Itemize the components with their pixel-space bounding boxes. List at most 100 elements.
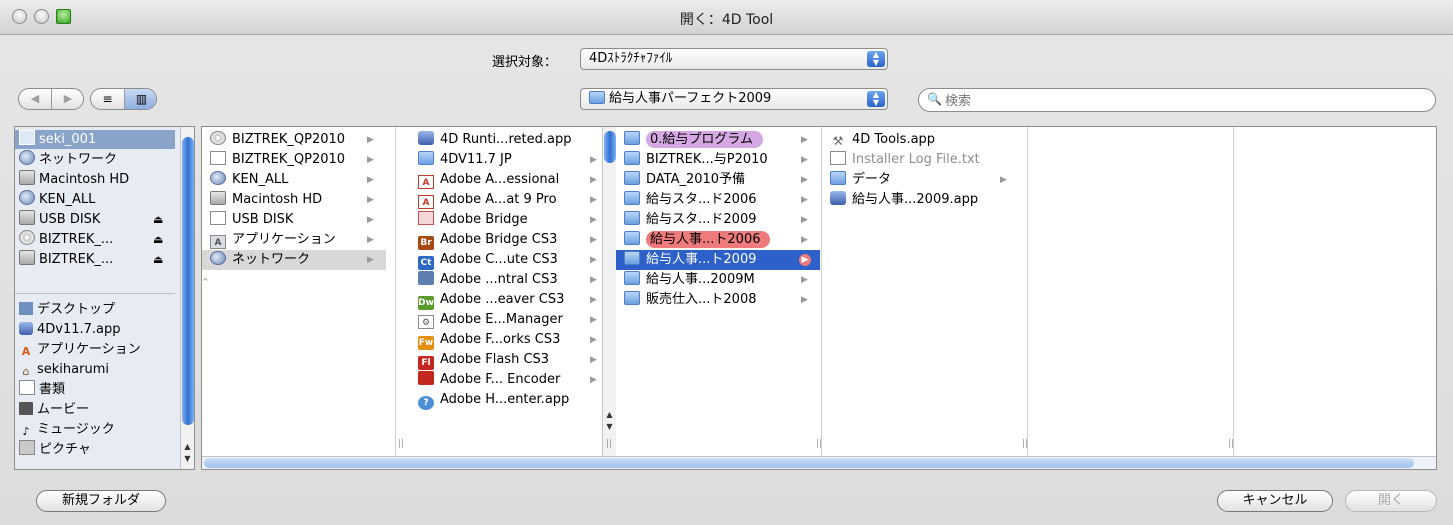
sidebar-item-home[interactable]: ⌂ sekiharumi	[19, 360, 171, 379]
sidebar-item-music[interactable]: ♪ ミュージック	[19, 420, 171, 439]
new-folder-button[interactable]: 新規フォルダ	[36, 490, 166, 512]
list-item[interactable]: BIZTREK_QP2010 ▶	[202, 150, 384, 170]
list-item[interactable]: 4D Runti...reted.app	[410, 130, 602, 150]
cancel-button[interactable]: キャンセル	[1217, 490, 1333, 512]
chevron-right-icon: ▶	[801, 175, 808, 185]
list-item[interactable]: Br Adobe Bridge CS3 ▶	[410, 230, 602, 250]
search-input[interactable]	[943, 91, 1427, 111]
chevron-right-icon: ▶	[367, 135, 374, 145]
list-item[interactable]: A アプリケーション ▶	[202, 230, 384, 250]
sidebar-item-usb-disk[interactable]: USB DISK ⏏	[19, 210, 171, 229]
item-label: Adobe Bridge	[440, 212, 528, 227]
eject-icon[interactable]: ⏏	[153, 210, 163, 229]
list-item[interactable]: データ ▶	[822, 170, 1026, 190]
sidebar-item-movies[interactable]: ムービー	[19, 400, 171, 419]
eject-icon[interactable]: ⏏	[153, 250, 163, 269]
list-item[interactable]: 給与スタ...ド2009 ▶	[616, 210, 820, 230]
tools-app-icon: ⚒	[832, 134, 844, 148]
list-view-icon: ≡	[102, 92, 113, 106]
list-item[interactable]: ⚙ Adobe E...Manager ▶	[410, 310, 602, 330]
browser-column-2: 4D Runti...reted.app 4DV11.7 JP ▶ A Adobe …	[410, 127, 616, 457]
column-2-scrollbar[interactable]: ▲ ▼	[602, 127, 616, 457]
extension-manager-icon: ⚙	[418, 315, 434, 329]
forward-button[interactable]: ▶	[52, 89, 84, 109]
column-view-button[interactable]: ▥	[125, 89, 156, 109]
sidebar-item-biztrek-cd[interactable]: BIZTREK_... ⏏	[19, 230, 171, 249]
chevron-right-icon: ▶	[590, 315, 597, 325]
list-item[interactable]: Macintosh HD ▶	[202, 190, 384, 210]
list-item[interactable]: 0.給与プログラム ▶	[616, 130, 820, 150]
sidebar-item-label: USB DISK	[39, 212, 101, 227]
sidebar-item-documents[interactable]: 書類	[19, 380, 171, 399]
sidebar-item-applications[interactable]: A アプリケーション	[19, 340, 171, 359]
sidebar-scrollbar[interactable]: ▲ ▼	[180, 127, 194, 469]
item-label: BIZTREK_QP2010	[232, 132, 346, 147]
file-type-popup[interactable]: 4Dｽﾄﾗｸﾁｬﾌｧｲﾙ ▲ ▼	[580, 48, 888, 70]
list-item[interactable]: Adobe ...ntral CS3 ▶	[410, 270, 602, 290]
list-view-button[interactable]: ≡	[91, 89, 125, 109]
sidebar-item-biztrek-disk[interactable]: BIZTREK_... ⏏	[19, 250, 171, 269]
list-item-selected[interactable]: 給与人事...ト2009 ▶	[616, 250, 820, 270]
search-field[interactable]: 🔍	[918, 88, 1436, 112]
music-icon: ♪	[22, 425, 30, 438]
sidebar-item-seki-001[interactable]: seki_001	[15, 130, 175, 149]
sidebar-item-desktop[interactable]: デスクトップ	[19, 300, 171, 319]
sidebar-item-label: sekiharumi	[37, 362, 109, 377]
list-item[interactable]: ? Adobe H...enter.app	[410, 390, 602, 410]
list-item[interactable]: 給与人事...ト2006 ▶	[616, 230, 820, 250]
scroll-up-icon[interactable]: ▲	[181, 441, 194, 453]
list-item[interactable]: 給与スタ...ド2006 ▶	[616, 190, 820, 210]
column-resize-grip[interactable]: ||	[606, 439, 612, 449]
list-item[interactable]: ⚒ 4D Tools.app	[822, 130, 1026, 150]
eject-icon[interactable]: ⏏	[153, 230, 163, 249]
network-icon	[19, 150, 35, 165]
list-item[interactable]: KEN_ALL ▶	[202, 170, 384, 190]
list-item[interactable]: Adobe Bridge ▶	[410, 210, 602, 230]
list-item[interactable]: 販売仕入...ト2008 ▶	[616, 290, 820, 310]
scroll-down-icon[interactable]: ▼	[603, 421, 616, 433]
item-label: 給与スタ...ド2006	[646, 192, 757, 207]
chevron-right-icon: ▶	[590, 255, 597, 265]
item-label: Macintosh HD	[232, 192, 323, 207]
location-popup[interactable]: 給与人事パーフェクト2009 ▲ ▼	[580, 88, 888, 110]
column-resize-grip[interactable]: ||	[398, 439, 404, 449]
list-item[interactable]: Fw Adobe F...orks CS3 ▶	[410, 330, 602, 350]
list-item[interactable]: Dw Adobe ...eaver CS3 ▶	[410, 290, 602, 310]
sidebar-item-label: seki_001	[39, 132, 97, 147]
list-item[interactable]: ネットワーク ▶	[202, 250, 386, 270]
list-item[interactable]: A Adobe A...at 9 Pro ▶	[410, 190, 602, 210]
computer-icon	[19, 130, 35, 145]
location-value: 給与人事パーフェクト2009	[609, 91, 772, 106]
scroll-up-icon[interactable]: ▲	[603, 409, 616, 421]
list-item[interactable]: 4DV11.7 JP ▶	[410, 150, 602, 170]
open-button[interactable]: 開く	[1345, 490, 1437, 512]
sidebar-item-network[interactable]: ネットワーク	[19, 150, 171, 169]
list-item[interactable]: 給与人事...2009M ▶	[616, 270, 820, 290]
list-item[interactable]: USB DISK ▶	[202, 210, 384, 230]
sidebar-item-ken-all[interactable]: KEN_ALL	[19, 190, 171, 209]
list-item[interactable]: BIZTREK_QP2010 ▶	[202, 130, 384, 150]
list-item[interactable]: Ct Adobe C...ute CS3 ▶	[410, 250, 602, 270]
column-2-scroll-thumb[interactable]	[604, 131, 616, 163]
item-label: 4DV11.7 JP	[440, 152, 512, 167]
scroll-down-icon[interactable]: ▼	[181, 453, 194, 465]
sidebar-item-macintosh-hd[interactable]: Macintosh HD	[19, 170, 171, 189]
horizontal-scroll-thumb[interactable]	[204, 458, 1414, 468]
folder-icon	[589, 91, 605, 104]
sidebar-item-label: KEN_ALL	[39, 192, 96, 207]
sidebar-item-4dv11-app[interactable]: 4Dv11.7.app	[19, 320, 171, 339]
list-item[interactable]: 給与人事...2009.app	[822, 190, 1026, 210]
list-item[interactable]: BIZTREK...与P2010 ▶	[616, 150, 820, 170]
list-item[interactable]: A Adobe A...essional ▶	[410, 170, 602, 190]
back-button[interactable]: ◀	[19, 89, 52, 109]
horizontal-scrollbar[interactable]	[202, 456, 1436, 469]
list-item[interactable]: Adobe F... Encoder ▶	[410, 370, 602, 390]
chevron-right-icon: ▶	[801, 235, 808, 245]
item-label: Adobe ...ntral CS3	[440, 272, 558, 287]
sidebar-item-pictures[interactable]: ピクチャ	[19, 440, 171, 459]
list-item[interactable]: Fl Adobe Flash CS3 ▶	[410, 350, 602, 370]
popup-arrows-icon: ▲ ▼	[867, 51, 885, 67]
contribute-icon: Ct	[418, 256, 434, 270]
sidebar-scroll-thumb[interactable]	[182, 137, 194, 425]
list-item[interactable]: DATA_2010予備 ▶	[616, 170, 820, 190]
